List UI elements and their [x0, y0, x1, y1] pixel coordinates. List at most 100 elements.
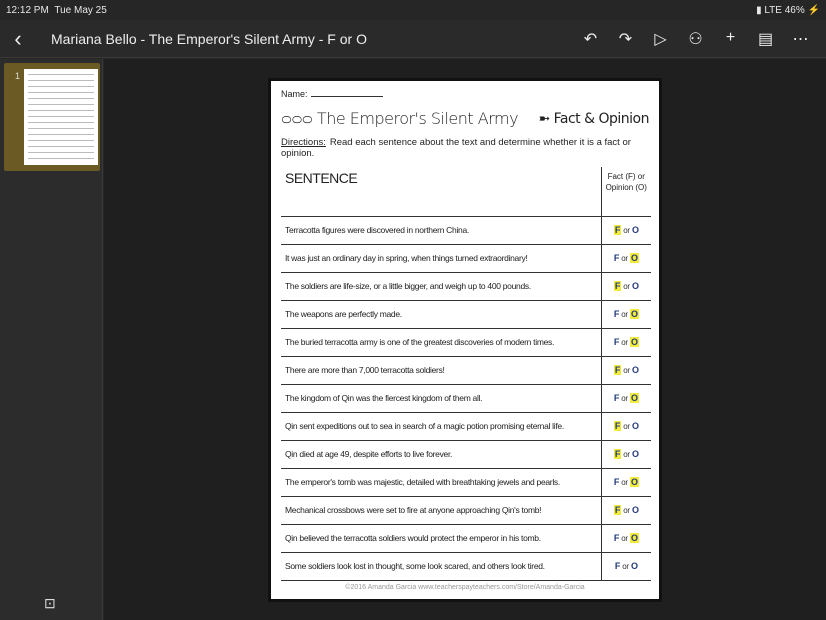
- sentence: The buried terracotta army is one of the…: [281, 328, 601, 357]
- toolbar: ‹ Mariana Bello - The Emperor's Silent A…: [0, 20, 826, 58]
- directions-label: Directions:: [281, 137, 326, 148]
- opinion-option[interactable]: O: [632, 505, 639, 515]
- signal-icon: ▮: [756, 4, 762, 16]
- redo-icon[interactable]: ↷: [608, 29, 643, 49]
- sentence-header: SENTENCE: [281, 167, 601, 217]
- fact-option[interactable]: F: [615, 561, 621, 571]
- play-icon[interactable]: ▷: [643, 29, 678, 49]
- fact-option[interactable]: F: [614, 309, 620, 319]
- name-field: Name:: [281, 89, 649, 99]
- opinion-option[interactable]: O: [632, 365, 639, 375]
- answer-cell[interactable]: F or O: [600, 356, 651, 385]
- answer-cell[interactable]: F or O: [600, 216, 651, 245]
- fact-opinion-table: SENTENCE Fact (F) or Opinion (O) Terraco…: [281, 167, 651, 581]
- slide-thumbnail[interactable]: 1: [4, 63, 100, 171]
- fact-option[interactable]: F: [613, 225, 622, 235]
- or-label: or: [621, 478, 628, 487]
- fact-option[interactable]: F: [614, 477, 620, 487]
- answer-cell[interactable]: F or O: [600, 412, 651, 441]
- title-text: The Emperor's Silent Army: [316, 109, 519, 128]
- opinion-option[interactable]: O: [629, 309, 639, 319]
- or-label: or: [623, 282, 630, 291]
- opinion-option[interactable]: O: [629, 533, 639, 543]
- thumbnail-preview: [24, 69, 98, 165]
- status-bar: 12:12 PM Tue May 25 ▮ LTE 46% ⚡: [0, 0, 826, 20]
- back-icon[interactable]: ‹: [0, 26, 36, 52]
- or-label: or: [623, 226, 630, 235]
- sentence: The soldiers are life-size, or a little …: [281, 272, 601, 301]
- battery-icon: ⚡: [807, 4, 820, 16]
- status-time: 12:12 PM: [6, 4, 49, 16]
- answer-header: Fact (F) or Opinion (O): [600, 167, 651, 217]
- slide-panel: 1 ⊡: [0, 59, 103, 620]
- table-row: Mechanical crossbows were set to fire at…: [281, 496, 651, 525]
- fact-option[interactable]: F: [614, 393, 620, 403]
- worksheet-title: ᴑᴑᴑ The Emperor's Silent Army: [281, 109, 519, 128]
- opinion-option[interactable]: O: [629, 477, 639, 487]
- fact-option[interactable]: F: [613, 365, 622, 375]
- worksheet-subtitle: ➼ Fact & Opinion: [538, 110, 650, 127]
- answer-cell[interactable]: F or O: [600, 272, 651, 301]
- sentence: There are more than 7,000 terracotta sol…: [281, 356, 601, 385]
- opinion-option[interactable]: O: [629, 393, 639, 403]
- or-label: or: [623, 366, 630, 375]
- table-row: Qin died at age 49, despite efforts to l…: [281, 440, 651, 469]
- status-date: Tue May 25: [54, 4, 107, 16]
- table-row: The kingdom of Qin was the fiercest king…: [281, 384, 651, 413]
- answer-cell[interactable]: F or O: [600, 440, 651, 469]
- answer-cell[interactable]: F or O: [600, 300, 651, 329]
- add-person-icon[interactable]: ⚇: [678, 29, 713, 49]
- or-label: or: [623, 450, 630, 459]
- answer-cell[interactable]: F or O: [600, 524, 651, 553]
- opinion-option[interactable]: O: [632, 225, 639, 235]
- or-label: or: [623, 422, 630, 431]
- table-row: Qin sent expeditions out to sea in searc…: [281, 412, 651, 441]
- answer-cell[interactable]: F or O: [600, 552, 651, 581]
- or-label: or: [621, 310, 628, 319]
- slide-number: 1: [15, 71, 21, 81]
- fact-option[interactable]: F: [613, 505, 622, 515]
- battery-level: 46%: [784, 4, 805, 16]
- add-icon[interactable]: +: [713, 29, 748, 49]
- or-label: or: [621, 394, 628, 403]
- fact-option[interactable]: F: [613, 421, 622, 431]
- sentence: Qin sent expeditions out to sea in searc…: [281, 412, 601, 441]
- undo-icon[interactable]: ↶: [573, 29, 608, 49]
- table-row: There are more than 7,000 terracotta sol…: [281, 356, 651, 385]
- answer-cell[interactable]: F or O: [600, 496, 651, 525]
- directions: Directions: Read each sentence about the …: [281, 137, 649, 159]
- opinion-option[interactable]: O: [632, 449, 639, 459]
- opinion-option[interactable]: O: [632, 421, 639, 431]
- comments-icon[interactable]: ▤: [748, 29, 783, 49]
- worksheet: Name: ᴑᴑᴑ The Emperor's Silent Army ➼ Fa…: [268, 78, 662, 602]
- or-label: or: [621, 534, 628, 543]
- add-slide-icon[interactable]: ⊡: [44, 595, 56, 612]
- or-label: or: [621, 338, 628, 347]
- sentence: The emperor's tomb was majestic, detaile…: [281, 468, 601, 497]
- table-row: It was just an ordinary day in spring, w…: [281, 244, 651, 273]
- opinion-option[interactable]: O: [629, 253, 639, 263]
- fact-option[interactable]: F: [614, 253, 620, 263]
- fact-option[interactable]: F: [613, 281, 622, 291]
- network: LTE: [764, 4, 782, 16]
- or-label: or: [621, 254, 628, 263]
- answer-cell[interactable]: F or O: [600, 244, 651, 273]
- opinion-option[interactable]: O: [631, 561, 638, 571]
- table-row: The emperor's tomb was majestic, detaile…: [281, 468, 651, 497]
- sentence: The kingdom of Qin was the fiercest king…: [281, 384, 601, 413]
- answer-cell[interactable]: F or O: [600, 328, 651, 357]
- fact-option[interactable]: F: [613, 449, 622, 459]
- answer-cell[interactable]: F or O: [600, 468, 651, 497]
- directions-text: Read each sentence about the text and de…: [281, 137, 631, 159]
- fact-option[interactable]: F: [614, 337, 620, 347]
- opinion-option[interactable]: O: [632, 281, 639, 291]
- answer-cell[interactable]: F or O: [600, 384, 651, 413]
- or-label: or: [622, 562, 629, 571]
- fact-option[interactable]: F: [614, 533, 620, 543]
- or-label: or: [623, 506, 630, 515]
- more-icon[interactable]: ⋯: [783, 29, 818, 49]
- opinion-option[interactable]: O: [629, 337, 639, 347]
- table-row: Qin believed the terracotta soldiers wou…: [281, 524, 651, 553]
- subtitle-text: Fact & Opinion: [553, 110, 650, 127]
- name-label: Name:: [281, 89, 308, 99]
